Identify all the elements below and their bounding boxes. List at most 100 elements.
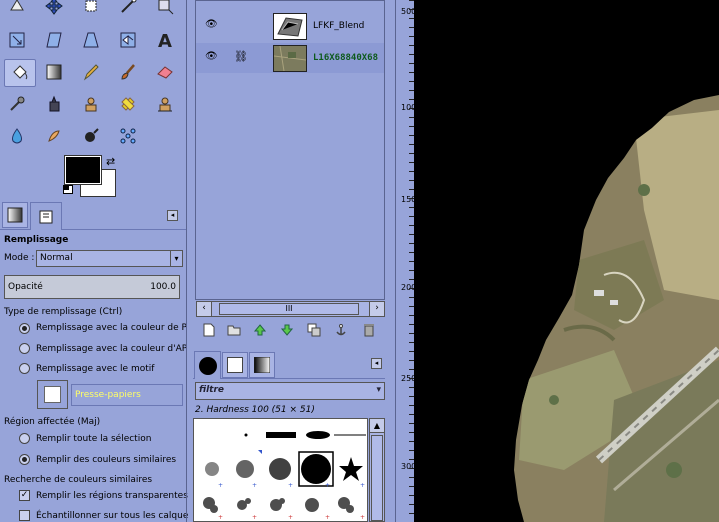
foreground-color-swatch[interactable] [64, 155, 102, 185]
fill-fg-radio[interactable] [19, 323, 30, 334]
bucket-fill-icon[interactable] [4, 59, 36, 87]
lower-layer-icon[interactable] [279, 322, 295, 338]
smudge-tool-icon[interactable] [41, 124, 67, 148]
tab-menu-button[interactable]: ◂ [167, 210, 178, 221]
tab-gradient[interactable] [2, 202, 28, 228]
move-tool-icon[interactable] [41, 0, 67, 18]
tool-options-title: Remplissage [4, 235, 69, 245]
sample-merged-checkbox[interactable] [19, 510, 30, 521]
pattern-name: Presse-papiers [71, 384, 183, 406]
image-canvas[interactable] [414, 0, 719, 522]
brushes-tabs: ◂ [193, 349, 385, 379]
ruler-label: 2000 [401, 284, 421, 292]
delete-layer-icon[interactable] [361, 322, 377, 338]
crop-tool-icon[interactable] [78, 0, 104, 18]
chain-link-icon[interactable]: ⛓ [234, 50, 248, 63]
anchor-layer-icon[interactable] [333, 322, 349, 338]
fill-selection-label: Remplir toute la sélection [36, 434, 152, 444]
opacity-slider[interactable]: Opacité 100.0 [4, 275, 180, 299]
ruler-label: 3000 [401, 463, 421, 471]
text-path-icon[interactable] [115, 0, 141, 18]
brush-filter-placeholder: filtre [199, 385, 225, 395]
scroll-up-arrow[interactable]: ▲ [370, 419, 384, 433]
brush-grid[interactable]: + + + + + + + + + + [193, 418, 368, 522]
fill-transparent-label: Remplir les régions transparentes [36, 491, 188, 501]
eye-icon[interactable]: 👁 [205, 19, 218, 30]
scroll-thumb[interactable]: III [219, 303, 359, 315]
sample-merged-label: Échantillonner sur tous les calque [36, 511, 189, 521]
layer-name: LFKF_Blend [313, 21, 365, 31]
mode-label: Mode : [4, 253, 35, 263]
layer-thumbnail [273, 13, 307, 40]
svg-text:+: + [252, 514, 257, 521]
duplicate-layer-icon[interactable] [306, 322, 322, 338]
tab-patterns[interactable] [222, 352, 248, 378]
dodge-burn-icon[interactable] [78, 124, 104, 148]
opacity-value: 100.0 [150, 282, 176, 292]
heal-tool-icon[interactable] [115, 92, 141, 116]
layer-row-selected[interactable]: 👁 ⛓ L16X68840X68 [196, 43, 384, 73]
dock-tabs: ◂ [0, 200, 186, 230]
blur-tool-icon[interactable] [4, 124, 30, 148]
layer-name: L16X68840X68 [313, 53, 379, 63]
fill-bg-label: Remplissage avec la couleur d'AP [36, 344, 188, 354]
fill-similar-radio[interactable] [19, 454, 30, 465]
tab-tool-options[interactable] [30, 202, 62, 230]
layer-row[interactable]: 👁 LFKF_Blend [196, 11, 384, 41]
eraser-icon[interactable] [152, 60, 178, 84]
layer-thumbnail [273, 45, 307, 72]
scroll-thumb[interactable] [371, 435, 383, 521]
paintbrush-icon[interactable] [115, 60, 141, 84]
reset-colors-icon[interactable] [63, 185, 73, 194]
scroll-left-arrow[interactable]: ‹ [197, 302, 212, 316]
tab-brushes[interactable] [194, 351, 221, 379]
fuzzy-select-icon[interactable] [4, 0, 30, 18]
transform-tool-icon[interactable] [152, 0, 178, 18]
fill-similar-label: Remplir des couleurs similaires [36, 455, 177, 465]
fill-bg-radio[interactable] [19, 343, 30, 354]
fill-fg-label: Remplissage avec la couleur de P [36, 323, 187, 333]
mode-select[interactable]: Normal ▾ [36, 250, 183, 267]
pencil-icon[interactable] [78, 60, 104, 84]
blend-tool-icon[interactable] [41, 60, 67, 84]
raise-layer-icon[interactable] [252, 322, 268, 338]
svg-text:+: + [288, 482, 293, 489]
vertical-ruler: 500 1000 1500 2000 2500 3000 [395, 0, 421, 522]
cage-transform-icon[interactable] [115, 124, 141, 148]
swap-colors-icon[interactable]: ⇄ [106, 155, 115, 168]
color-swatches: ⇄ [60, 152, 122, 200]
fill-pattern-radio[interactable] [19, 363, 30, 374]
svg-text:+: + [252, 482, 257, 489]
shear-tool-icon[interactable] [41, 28, 67, 52]
scale-tool-icon[interactable] [4, 28, 30, 52]
airbrush-icon[interactable] [4, 92, 30, 116]
fill-pattern-label: Remplissage avec le motif [36, 364, 155, 374]
new-group-icon[interactable] [226, 322, 242, 338]
layers-horizontal-scrollbar[interactable]: ‹ III › [196, 301, 385, 317]
similar-colors-label: Recherche de couleurs similaires [4, 475, 153, 485]
eye-icon[interactable]: 👁 [205, 51, 218, 62]
svg-text:+: + [360, 514, 365, 521]
opacity-label: Opacité [8, 282, 43, 292]
brushes-tab-menu-button[interactable]: ◂ [371, 358, 382, 369]
scroll-right-arrow[interactable]: › [369, 302, 384, 316]
svg-text:+: + [360, 482, 365, 489]
clone-tool-icon[interactable] [78, 92, 104, 116]
ruler-label: 1000 [401, 104, 421, 112]
layers-dock: 👁 LFKF_Blend 👁 ⛓ L16X68840X68 ‹ III › ◂ [193, 0, 388, 522]
svg-text:+: + [325, 482, 330, 489]
dock-separator[interactable] [186, 0, 187, 522]
tab-gradients[interactable] [249, 352, 275, 378]
new-layer-icon[interactable] [201, 322, 217, 338]
brush-filter-select[interactable]: filtre ▾ [195, 382, 385, 400]
perspective-clone-icon[interactable] [152, 92, 178, 116]
flip-tool-icon[interactable] [115, 28, 141, 52]
pattern-preview-button[interactable] [37, 380, 68, 409]
ink-tool-icon[interactable] [41, 92, 67, 116]
brushes-vertical-scrollbar[interactable]: ▲ [369, 418, 385, 522]
fill-selection-radio[interactable] [19, 433, 30, 444]
text-tool-icon[interactable]: A [152, 28, 178, 52]
perspective-tool-icon[interactable] [78, 28, 104, 52]
svg-text:A: A [158, 31, 172, 50]
fill-transparent-checkbox[interactable]: ✓ [19, 490, 30, 501]
